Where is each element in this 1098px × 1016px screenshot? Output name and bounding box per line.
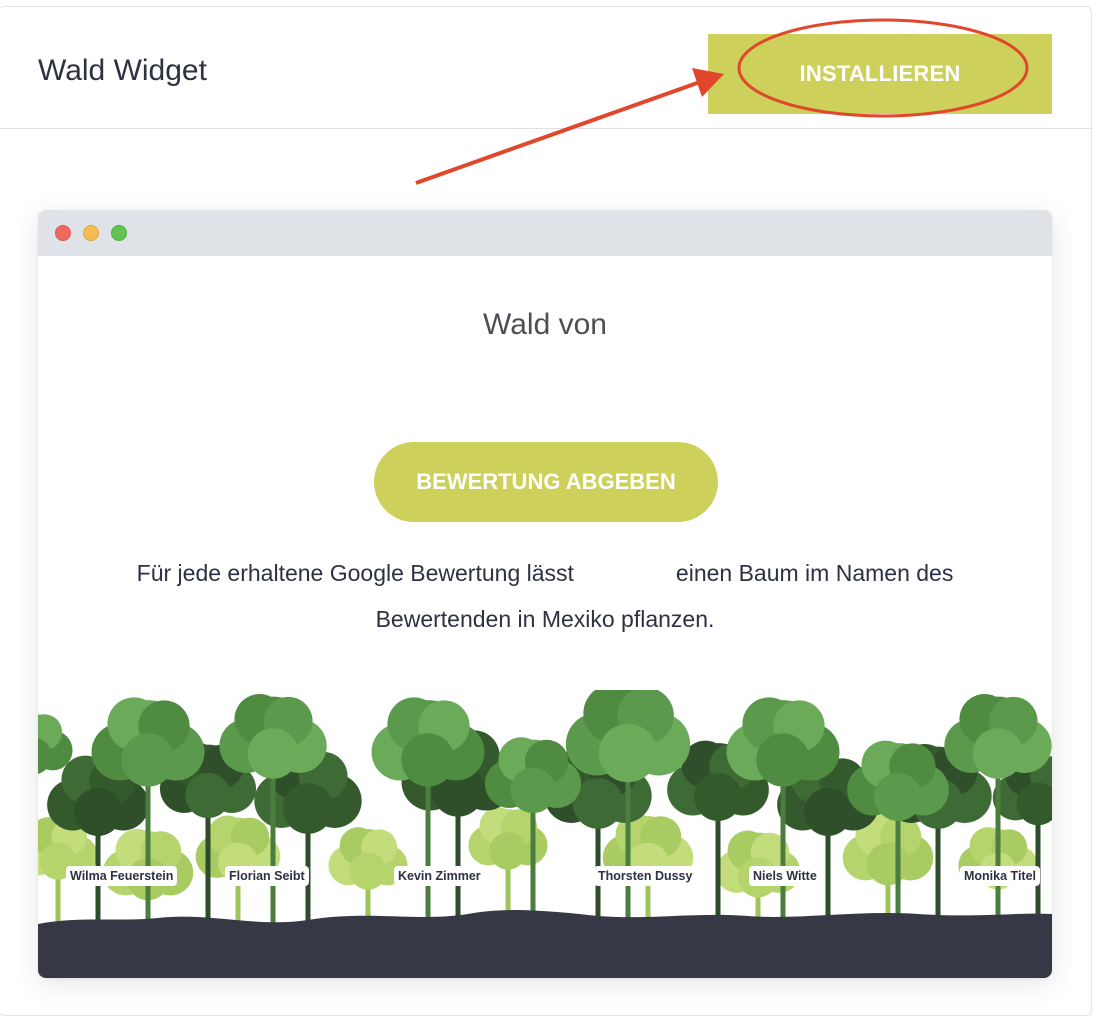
description-text-b: einen Baum im Namen des bbox=[675, 560, 954, 586]
reviewer-name-tag: Wilma Feuerstein bbox=[66, 866, 178, 886]
reviewer-name-tag: Kevin Zimmer bbox=[394, 866, 485, 886]
forest-heading: Wald von bbox=[483, 308, 607, 341]
install-button[interactable]: INSTALLIEREN bbox=[708, 34, 1052, 114]
reviewer-name-tag: Thorsten Dussy bbox=[594, 866, 697, 886]
description-line-1: Für jede erhaltene Google Bewertung läss… bbox=[38, 560, 1052, 587]
page-title: Wald Widget bbox=[38, 54, 207, 87]
ground-silhouette bbox=[38, 910, 1052, 978]
minimize-dot-icon bbox=[83, 225, 99, 241]
description-text-a: Für jede erhaltene Google Bewertung läss… bbox=[136, 560, 574, 586]
window-titlebar bbox=[38, 210, 1052, 256]
widget-header: Wald Widget INSTALLIEREN bbox=[0, 6, 1092, 129]
submit-review-button[interactable]: BEWERTUNG ABGEBEN bbox=[374, 442, 718, 522]
widget-preview-window: Wald von BEWERTUNG ABGEBEN Für jede erha… bbox=[38, 210, 1052, 978]
forest-illustration bbox=[38, 690, 1052, 978]
close-dot-icon bbox=[55, 225, 71, 241]
reviewer-name-tag: Niels Witte bbox=[749, 866, 821, 886]
reviewer-name-tag: Monika Titel bbox=[960, 866, 1041, 886]
description-line-2: Bewertenden in Mexiko pflanzen. bbox=[375, 606, 715, 632]
maximize-dot-icon bbox=[111, 225, 127, 241]
reviewer-name-tag: Florian Seibt bbox=[225, 866, 309, 886]
